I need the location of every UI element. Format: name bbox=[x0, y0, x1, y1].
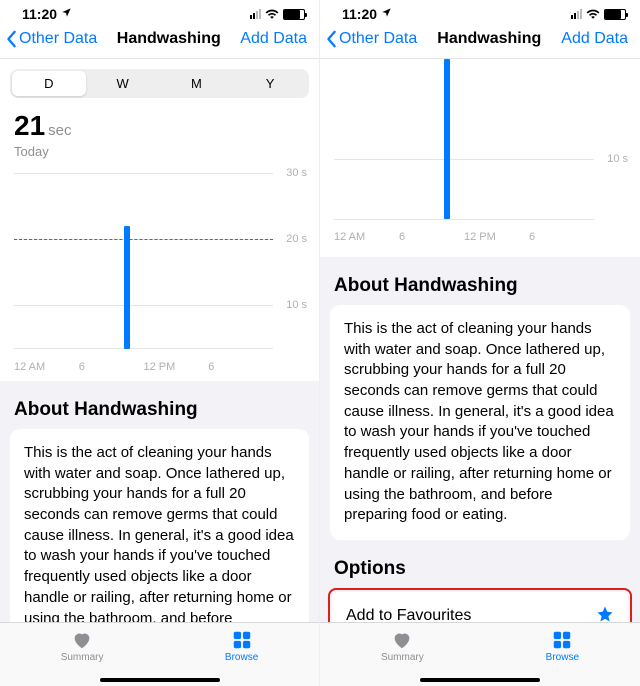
chart-xlabel: 12 PM bbox=[144, 361, 209, 373]
chart-bar bbox=[444, 59, 450, 219]
segment-year[interactable]: Y bbox=[233, 71, 307, 96]
chart-ylabel: 20 s bbox=[286, 233, 307, 245]
location-icon bbox=[61, 7, 72, 21]
add-data-button[interactable]: Add Data bbox=[240, 30, 307, 48]
row-label: Add to Favourites bbox=[346, 607, 471, 622]
page-title: Handwashing bbox=[437, 30, 541, 48]
home-indicator[interactable] bbox=[100, 678, 220, 682]
status-bar: 11:20 bbox=[0, 0, 319, 22]
chart-bar bbox=[124, 226, 130, 349]
page-title: Handwashing bbox=[117, 30, 221, 48]
segment-month[interactable]: M bbox=[160, 71, 234, 96]
segment-day[interactable]: D bbox=[12, 71, 86, 96]
chart-xlabel: 12 AM bbox=[14, 361, 79, 373]
tab-label: Summary bbox=[381, 652, 424, 663]
tab-label: Summary bbox=[61, 652, 104, 663]
tab-label: Browse bbox=[546, 652, 579, 663]
chart-xlabel: 6 bbox=[208, 361, 273, 373]
back-label: Other Data bbox=[339, 30, 417, 48]
value-number: 21 bbox=[14, 110, 45, 142]
back-button[interactable]: Other Data bbox=[6, 30, 97, 48]
time-range-segmented[interactable]: D W M Y bbox=[10, 69, 309, 98]
chart: 10 s 12 AM 6 12 PM 6 bbox=[334, 59, 628, 249]
add-data-button[interactable]: Add Data bbox=[561, 30, 628, 48]
star-icon bbox=[596, 605, 614, 622]
tab-summary[interactable]: Summary bbox=[381, 629, 424, 663]
tab-bar: Summary Browse bbox=[320, 622, 640, 686]
signal-icon bbox=[250, 9, 261, 19]
chart-xlabel: 12 AM bbox=[334, 231, 399, 243]
signal-icon bbox=[571, 9, 582, 19]
chart-x-axis: 12 AM 6 12 PM 6 bbox=[334, 231, 594, 243]
chart-xlabel: 6 bbox=[79, 361, 144, 373]
battery-icon bbox=[283, 9, 305, 20]
chart-xlabel: 12 PM bbox=[464, 231, 529, 243]
nav-header: Other Data Handwashing Add Data bbox=[0, 22, 319, 59]
tab-label: Browse bbox=[225, 652, 258, 663]
tab-browse[interactable]: Browse bbox=[546, 629, 579, 663]
value-sublabel: Today bbox=[14, 144, 307, 159]
back-label: Other Data bbox=[19, 30, 97, 48]
about-body: This is the act of cleaning your hands w… bbox=[330, 305, 630, 540]
wifi-icon bbox=[265, 6, 279, 22]
highlight-box: Add to Favourites bbox=[328, 588, 632, 622]
nav-header: Other Data Handwashing Add Data bbox=[320, 22, 640, 59]
chart-ylabel: 30 s bbox=[286, 167, 307, 179]
chart: 30 s 20 s 10 s 12 AM 6 12 PM 6 bbox=[14, 173, 307, 373]
tab-summary[interactable]: Summary bbox=[61, 629, 104, 663]
chart-xlabel: 6 bbox=[399, 231, 464, 243]
chart-ylabel: 10 s bbox=[286, 299, 307, 311]
about-heading: About Handwashing bbox=[0, 381, 319, 429]
options-heading: Options bbox=[320, 540, 640, 588]
chart-xlabel: 6 bbox=[529, 231, 594, 243]
location-icon bbox=[381, 7, 392, 21]
value-unit: sec bbox=[48, 122, 71, 139]
status-time: 11:20 bbox=[342, 6, 377, 22]
chart-x-axis: 12 AM 6 12 PM 6 bbox=[14, 361, 273, 373]
wifi-icon bbox=[586, 6, 600, 22]
tab-browse[interactable]: Browse bbox=[225, 629, 258, 663]
home-indicator[interactable] bbox=[420, 678, 540, 682]
about-heading: About Handwashing bbox=[320, 257, 640, 305]
tab-bar: Summary Browse bbox=[0, 622, 319, 686]
value-display: 21 sec bbox=[14, 110, 307, 142]
chart-ylabel: 10 s bbox=[607, 153, 628, 165]
status-time: 11:20 bbox=[22, 6, 57, 22]
chart-reference-line bbox=[14, 239, 273, 240]
status-bar: 11:20 bbox=[320, 0, 640, 22]
add-to-favourites-row[interactable]: Add to Favourites bbox=[332, 592, 628, 622]
segment-week[interactable]: W bbox=[86, 71, 160, 96]
about-body: This is the act of cleaning your hands w… bbox=[10, 429, 309, 622]
back-button[interactable]: Other Data bbox=[326, 30, 417, 48]
battery-icon bbox=[604, 9, 626, 20]
